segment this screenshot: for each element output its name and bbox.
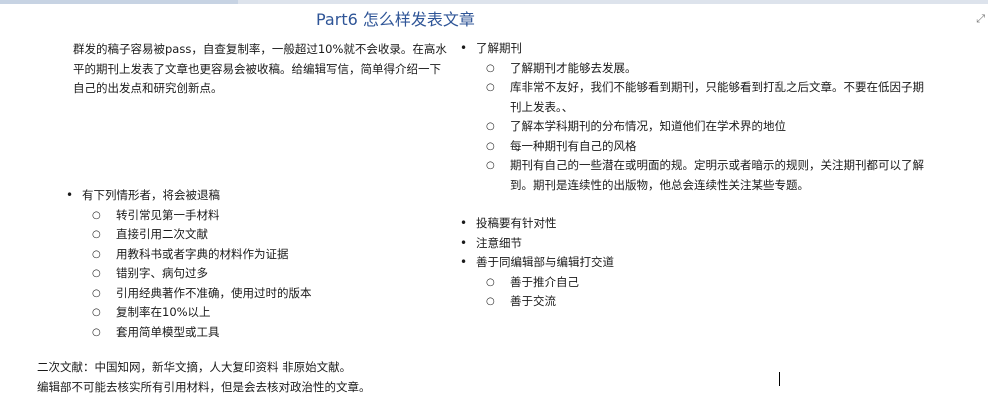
submission-tips-list: 投稿要有针对性 注意细节 善于同编辑部与编辑打交道 善于推介自己 善于交流 xyxy=(456,214,926,312)
window-top-bar xyxy=(0,0,988,4)
list-item: 了解本学科期刊的分布情况，知道他们在学术界的地位 xyxy=(482,117,926,137)
list-item: 库非常不友好，我们不能够看到期刊，只能够看到打乱之后文章。不要在低因子期刊上发表… xyxy=(482,78,926,117)
list-item: 善于推介自己 xyxy=(482,273,926,293)
list-item: 善于交流 xyxy=(482,292,926,312)
list-item: 转引常见第一手材料 xyxy=(88,206,442,226)
top-bar-segment xyxy=(0,0,238,4)
note-line: 编辑部不可能去核实所有引用材料，但是会去核对政治性的文章。 xyxy=(37,379,371,394)
expand-icon[interactable]: ⤢ xyxy=(976,12,985,26)
list-item: 注意细节 xyxy=(456,234,926,254)
list-heading: 了解期刊 xyxy=(476,41,522,55)
journal-list: 了解期刊 了解期刊才能够去发展。 库非常不友好，我们不能够看到期刊，只能够看到打… xyxy=(456,39,926,195)
list-item: 期刊有自己的一些潜在或明面的规。定明示或者暗示的规则，关注期刊都可以了解到。期刊… xyxy=(482,156,926,195)
top-bar-segment xyxy=(238,0,988,4)
list-heading: 善于同编辑部与编辑打交道 xyxy=(476,255,614,269)
list-item: 套用简单模型或工具 xyxy=(88,323,442,343)
list-item: 错别字、病句过多 xyxy=(88,264,442,284)
rejection-list: 有下列情形者，将会被退稿 转引常见第一手材料 直接引用二次文献 用教科书或者字典… xyxy=(62,186,442,342)
intro-paragraph: 群发的稿子容易被pass，自查复制率，一般超过10%就不会收录。在高水平的期刊上… xyxy=(73,42,447,95)
page-title: Part6 怎么样发表文章 xyxy=(316,10,475,29)
list-item: 直接引用二次文献 xyxy=(88,225,442,245)
list-item: 复制率在10%以上 xyxy=(88,303,442,323)
list-heading: 有下列情形者，将会被退稿 xyxy=(82,188,220,202)
text-cursor xyxy=(779,372,780,386)
list-item: 了解期刊 了解期刊才能够去发展。 库非常不友好，我们不能够看到期刊，只能够看到打… xyxy=(456,39,926,195)
notes: 二次文献：中国知网，新华文摘，人大复印资料 非原始文献。 编辑部不可能去核实所有… xyxy=(37,358,597,397)
list-item: 用教科书或者字典的材料作为证据 xyxy=(88,245,442,265)
list-item: 引用经典著作不准确，使用过时的版本 xyxy=(88,284,442,304)
note-line: 二次文献：中国知网，新华文摘，人大复印资料 非原始文献。 xyxy=(37,360,352,374)
list-item: 投稿要有针对性 xyxy=(456,214,926,234)
list-item: 善于同编辑部与编辑打交道 善于推介自己 善于交流 xyxy=(456,253,926,312)
list-item: 了解期刊才能够去发展。 xyxy=(482,59,926,79)
list-item: 有下列情形者，将会被退稿 转引常见第一手材料 直接引用二次文献 用教科书或者字典… xyxy=(62,186,442,342)
list-item: 每一种期刊有自己的风格 xyxy=(482,137,926,157)
